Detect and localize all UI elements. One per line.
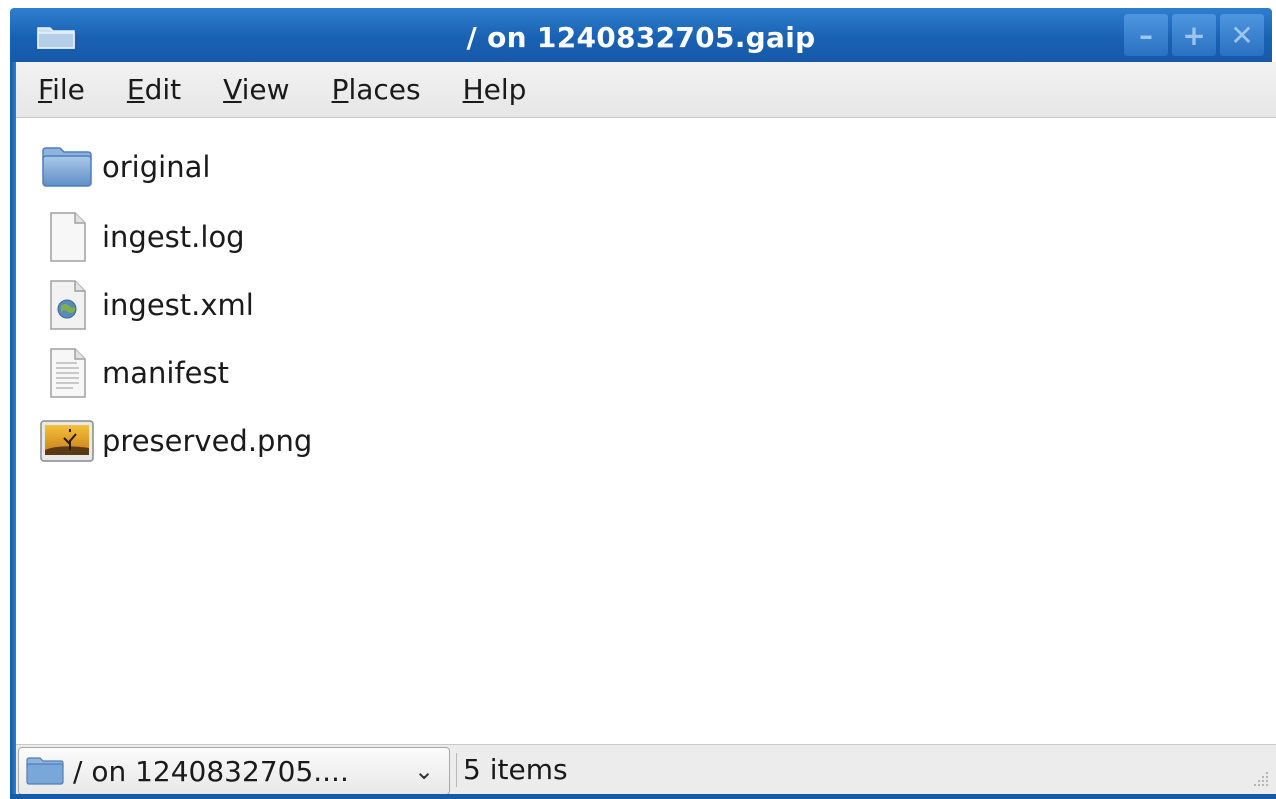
text-file-icon (50, 348, 86, 398)
file-list-view[interactable]: original ingest.log ingest.xml manifest … (16, 118, 1276, 744)
location-text: / on 1240832705.... (73, 754, 349, 788)
location-dropdown[interactable]: / on 1240832705.... ⌄ (18, 747, 450, 795)
xml-file-icon (50, 280, 86, 330)
title-bar[interactable]: / on 1240832705.gaip – + ✕ (10, 8, 1272, 62)
minimize-button[interactable]: – (1124, 14, 1168, 56)
blank-file-icon (50, 212, 86, 262)
maximize-button[interactable]: + (1172, 14, 1216, 56)
close-button[interactable]: ✕ (1220, 14, 1264, 56)
file-name: original (102, 150, 211, 184)
file-name: ingest.log (102, 220, 245, 254)
chevron-down-icon: ⌄ (413, 757, 435, 785)
window-controls: – + ✕ (1120, 14, 1264, 56)
window-title: / on 1240832705.gaip (466, 21, 816, 54)
file-name: ingest.xml (102, 288, 254, 322)
item-count: 5 items (463, 753, 568, 786)
menu-edit[interactable]: Edit (127, 73, 181, 106)
list-item[interactable]: original (40, 140, 210, 194)
file-manager-window: / on 1240832705.gaip – + ✕ File Edit Vie… (0, 0, 1276, 799)
image-file-icon (40, 420, 94, 462)
status-separator (456, 753, 457, 787)
menu-bar: File Edit View Places Help (16, 62, 1276, 118)
file-name: manifest (102, 356, 229, 390)
list-item[interactable]: ingest.xml (40, 278, 254, 332)
list-item[interactable]: preserved.png (40, 414, 312, 468)
menu-file[interactable]: File (38, 73, 85, 106)
menu-places[interactable]: Places (332, 73, 421, 106)
list-item[interactable]: ingest.log (40, 210, 245, 264)
menu-view[interactable]: View (223, 73, 289, 106)
status-bar: / on 1240832705.... ⌄ 5 items (16, 744, 1276, 795)
file-name: preserved.png (102, 424, 313, 458)
folder-icon (42, 147, 92, 187)
list-item[interactable]: manifest (40, 346, 229, 400)
window-border-bottom (10, 794, 1276, 799)
menu-help[interactable]: Help (463, 73, 527, 106)
resize-grip-icon[interactable] (1248, 766, 1272, 790)
folder-icon (26, 757, 64, 785)
